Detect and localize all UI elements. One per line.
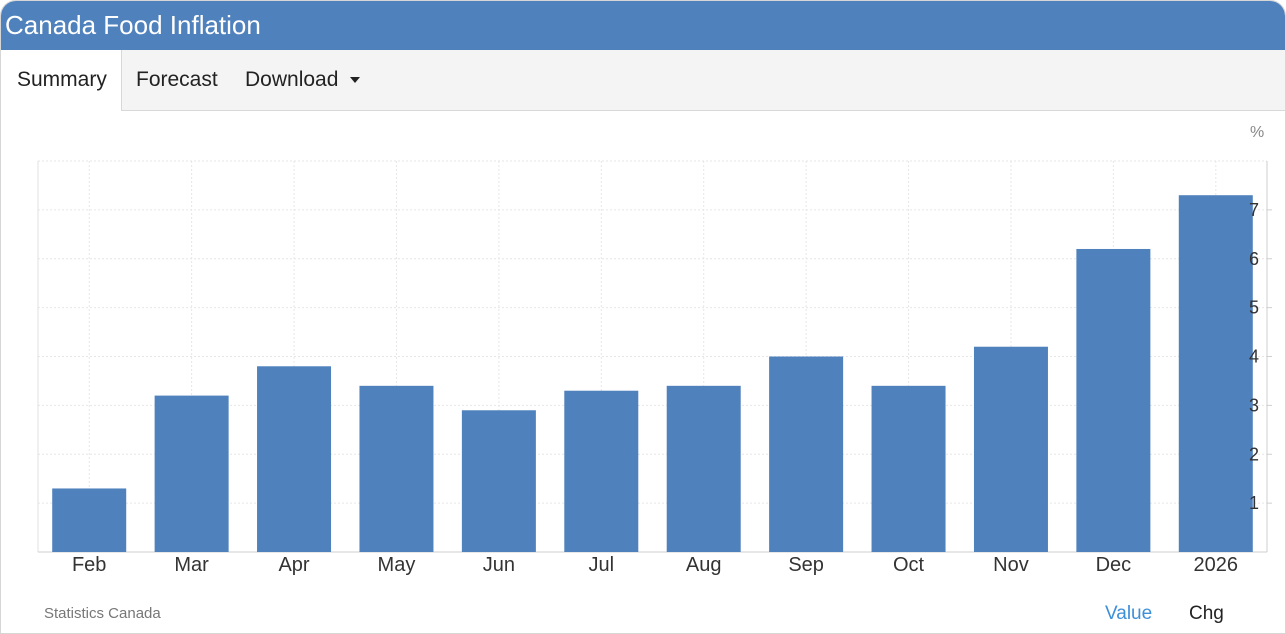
bar-mar: [154, 395, 229, 552]
bar-chart: Feb Mar Apr May Jun Jul Aug Sep Oct Nov Dec 2026 1 2…: [37, 160, 1272, 576]
bar-aug: [666, 385, 741, 552]
y-tick-label: 3: [1249, 395, 1259, 415]
chg-toggle[interactable]: Chg: [1189, 603, 1224, 625]
bar-apr: [257, 366, 332, 552]
bar-jul: [564, 390, 639, 552]
x-tick-label: Feb: [72, 554, 106, 576]
source-label: Statistics Canada: [44, 605, 161, 622]
bar-may: [359, 385, 434, 552]
bar-nov: [973, 346, 1048, 552]
x-tick-label: Nov: [993, 554, 1029, 576]
x-tick-label: Mar: [174, 554, 209, 576]
y-tick-label: 6: [1249, 249, 1259, 269]
bar-2026: [1178, 195, 1253, 552]
x-tick-label: Aug: [686, 554, 722, 576]
y-tick-label: 2: [1249, 444, 1259, 464]
x-tick-label: Dec: [1096, 554, 1132, 576]
y-tick-label: 7: [1249, 200, 1259, 220]
x-axis-labels: Feb Mar Apr May Jun Jul Aug Sep Oct Nov Dec 2026: [72, 554, 1238, 576]
y-tick-label: 5: [1249, 298, 1259, 318]
x-tick-label: Apr: [278, 554, 309, 576]
bar-feb: [52, 488, 127, 552]
y-tick-label: 1: [1249, 493, 1259, 513]
x-tick-label: May: [378, 554, 416, 576]
x-tick-label: Jul: [589, 554, 615, 576]
value-toggle[interactable]: Value: [1105, 603, 1152, 625]
chart-bars: [52, 195, 1253, 552]
bar-jun: [461, 410, 536, 552]
x-tick-label: Jun: [483, 554, 515, 576]
x-tick-label: 2026: [1194, 554, 1239, 576]
x-tick-label: Sep: [788, 554, 824, 576]
chart-panel: Canada Food Inflation Summary Forecast D…: [0, 0, 1286, 634]
bar-dec: [1076, 248, 1151, 552]
y-tick-label: 4: [1249, 347, 1259, 367]
bar-sep: [769, 356, 844, 552]
x-tick-label: Oct: [893, 554, 925, 576]
bar-oct: [871, 385, 946, 552]
